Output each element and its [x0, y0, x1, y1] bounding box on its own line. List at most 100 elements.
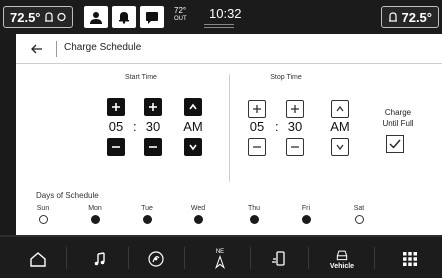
chevron-up-icon: [189, 103, 197, 110]
days-of-schedule-title: Days of Schedule: [36, 191, 99, 200]
driver-temp-value: 72.5°: [10, 9, 41, 25]
start-period-up-button[interactable]: [184, 98, 202, 116]
stop-minute-value: 30: [287, 119, 303, 134]
nav-climate[interactable]: [136, 243, 176, 275]
day-sun[interactable]: Sun: [26, 205, 60, 224]
back-button[interactable]: [26, 39, 48, 59]
phone-icon: [272, 251, 285, 266]
day-sat[interactable]: Sat: [342, 205, 376, 224]
messages-button[interactable]: [140, 6, 164, 28]
chevron-up-icon: [336, 105, 344, 112]
start-hour-increment-button[interactable]: [107, 98, 125, 116]
header-separator: [56, 41, 57, 57]
start-hour-value: 05: [108, 119, 124, 134]
nav-divider: [374, 247, 375, 269]
nav-vehicle[interactable]: Vehicle: [320, 243, 364, 275]
charge-schedule-panel: Charge Schedule Start Time 05 : 30 AM St…: [16, 34, 442, 235]
day-radio-selected[interactable]: [90, 215, 100, 224]
driver-temp-button[interactable]: 72.5°: [3, 6, 73, 28]
day-label: Sun: [36, 205, 50, 212]
apps-grid-icon: [403, 252, 417, 266]
nav-divider: [250, 247, 251, 269]
user-profile-button[interactable]: [84, 6, 108, 28]
stop-time-label: Stop Time: [270, 74, 302, 81]
bottom-navigation: NE Vehicle: [0, 235, 442, 278]
nav-divider: [128, 247, 129, 269]
minus-icon: [149, 146, 157, 148]
passenger-seat-icon: [389, 12, 398, 22]
music-note-icon: [94, 252, 105, 266]
outside-temp-label: OUT: [174, 16, 187, 22]
day-label: Thu: [247, 205, 261, 212]
plus-icon: [291, 105, 299, 113]
day-fri[interactable]: Fri: [289, 205, 323, 224]
nav-media[interactable]: [80, 243, 120, 275]
day-label: Sat: [353, 205, 365, 212]
day-label: Tue: [141, 205, 153, 212]
clock: 10:32: [209, 6, 242, 21]
nav-phone[interactable]: [258, 243, 298, 275]
plus-icon: [149, 103, 157, 111]
nav-divider: [66, 247, 67, 269]
nav-navigation[interactable]: NE: [200, 243, 240, 275]
charge-label-line2: Until Full: [382, 119, 414, 128]
navigation-compass-icon: [215, 255, 225, 269]
day-label: Mon: [88, 205, 102, 212]
outside-temperature: 72° OUT: [174, 6, 196, 24]
day-tue[interactable]: Tue: [130, 205, 164, 224]
stop-time-colon: :: [275, 119, 279, 134]
message-icon: [146, 12, 158, 24]
stop-hour-decrement-button[interactable]: [248, 138, 266, 156]
day-wed[interactable]: Wed: [181, 205, 215, 224]
nav-divider: [308, 247, 309, 269]
chevron-down-icon: [189, 144, 197, 151]
day-label: Wed: [190, 205, 206, 212]
checkmark-icon: [389, 139, 401, 149]
day-radio-selected[interactable]: [193, 215, 203, 224]
day-label: Fri: [301, 205, 311, 212]
nav-divider: [184, 247, 185, 269]
day-radio-unselected[interactable]: [354, 215, 364, 224]
time-section-divider: [229, 74, 230, 182]
steering-heat-icon: [56, 12, 66, 22]
nav-home[interactable]: [18, 243, 58, 275]
nav-vehicle-label: Vehicle: [329, 263, 355, 270]
minus-icon: [291, 146, 299, 148]
stop-period-down-button[interactable]: [331, 138, 349, 156]
charge-label-line1: Charge: [384, 108, 412, 117]
day-radio-selected[interactable]: [142, 215, 152, 224]
stop-minute-increment-button[interactable]: [286, 100, 304, 118]
status-bar: 72.5° 72° OUT 10:32 72.5°: [0, 0, 442, 34]
outside-temp-value: 72°: [174, 6, 187, 15]
bell-icon: [119, 12, 129, 24]
clock-divider-lines: [204, 24, 234, 30]
minus-icon: [253, 146, 261, 148]
day-mon[interactable]: Mon: [78, 205, 112, 224]
start-minute-decrement-button[interactable]: [144, 138, 162, 156]
passenger-temp-button[interactable]: 72.5°: [381, 6, 439, 28]
day-radio-selected[interactable]: [301, 215, 311, 224]
plus-icon: [253, 105, 261, 113]
page-title: Charge Schedule: [64, 42, 142, 53]
day-radio-unselected[interactable]: [38, 215, 48, 224]
notifications-button[interactable]: [112, 6, 136, 28]
day-radio-selected[interactable]: [249, 215, 259, 224]
start-hour-decrement-button[interactable]: [107, 138, 125, 156]
plus-icon: [112, 103, 120, 111]
stop-minute-decrement-button[interactable]: [286, 138, 304, 156]
charge-until-full-label: Charge Until Full: [374, 107, 422, 129]
start-minute-increment-button[interactable]: [144, 98, 162, 116]
day-thu[interactable]: Thu: [237, 205, 271, 224]
stop-period-up-button[interactable]: [331, 100, 349, 118]
nav-apps[interactable]: [390, 243, 430, 275]
stop-hour-value: 05: [249, 119, 265, 134]
chevron-down-icon: [336, 144, 344, 151]
stop-hour-increment-button[interactable]: [248, 100, 266, 118]
start-minute-value: 30: [145, 119, 161, 134]
climate-icon: [148, 251, 164, 267]
start-time-label: Start Time: [125, 74, 157, 81]
vehicle-icon: [336, 250, 348, 261]
charge-until-full-checkbox[interactable]: [386, 135, 404, 153]
user-icon: [90, 12, 102, 24]
start-period-down-button[interactable]: [184, 138, 202, 156]
